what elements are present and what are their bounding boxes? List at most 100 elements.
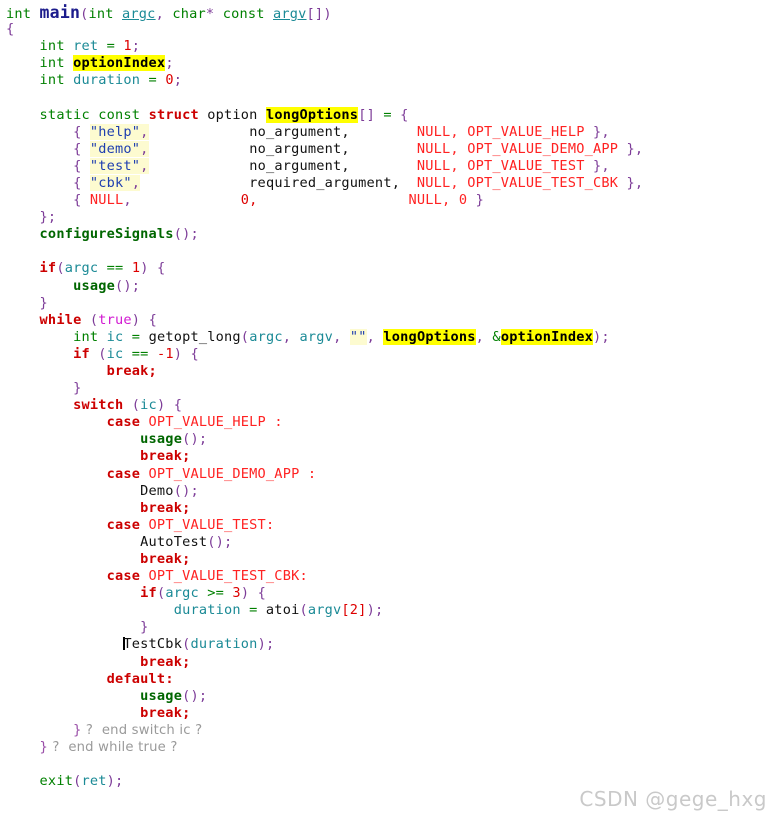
token-assign: = xyxy=(123,328,149,345)
code-line-27: break; xyxy=(0,448,783,465)
code-line-24: switch (ic) { xyxy=(0,397,783,414)
token-type-char: char xyxy=(172,6,206,22)
code-line-41: usage(); xyxy=(0,688,783,705)
token-highlight-longoptions: longOptions xyxy=(383,328,476,345)
token-colon: : xyxy=(265,516,275,533)
token-brace-close: } xyxy=(73,380,82,397)
token-call-configuresignals: configureSignals xyxy=(39,226,174,243)
code-line-7: static const struct option longOptions[]… xyxy=(0,106,783,124)
token-type-const: const xyxy=(222,6,273,22)
token-pad xyxy=(459,124,467,140)
token-call-exit: exit xyxy=(39,773,74,790)
token-var-argc: argc xyxy=(165,585,199,602)
code-line-18: } xyxy=(0,295,783,312)
code-line-12: { NULL, 0, NULL, 0 } xyxy=(0,192,783,209)
token-var-ic: ic xyxy=(106,328,124,345)
token-assign: = xyxy=(98,38,124,55)
code-line-29: Demo(); xyxy=(0,483,783,500)
token-arg-duration: duration xyxy=(190,636,258,653)
comment-end-while: ? end while true ? xyxy=(47,740,178,756)
token-brace-open: { xyxy=(73,157,90,174)
token-keyword-case: case xyxy=(106,414,149,431)
code-line-20: int ic = getopt_long(argc, argv, "", lon… xyxy=(0,328,783,346)
token-colon: : xyxy=(265,414,283,431)
token-comma: , xyxy=(333,328,350,345)
token-brackets: [] xyxy=(306,6,324,22)
token-number: 1 xyxy=(123,38,132,55)
token-brace-close: }, xyxy=(584,157,610,174)
token-case-label: OPT_VALUE_TEST_CBK xyxy=(148,568,300,585)
code-line-37: } xyxy=(0,619,783,636)
token-keyword-break: break; xyxy=(140,448,191,465)
token-semicolon: ; xyxy=(131,38,141,55)
token-case-label: OPT_VALUE_DEMO_APP xyxy=(148,465,300,482)
token-var-duration: duration xyxy=(73,72,141,89)
token-null: NULL xyxy=(89,192,124,209)
token-call-autotest: AutoTest xyxy=(140,533,208,550)
code-line-40: default: xyxy=(0,671,783,688)
code-line-44: } ? end while true ? xyxy=(0,739,783,756)
code-line-25: case OPT_VALUE_HELP : xyxy=(0,414,783,431)
token-assign: = xyxy=(374,106,401,123)
code-line-9: { "demo", no_argument, NULL, OPT_VALUE_D… xyxy=(0,140,783,158)
token-type: int xyxy=(39,55,74,72)
token-brace-close-semicolon: }; xyxy=(39,209,57,226)
token-param-argv: argv xyxy=(273,6,307,22)
code-line-10: { "test", no_argument, NULL, OPT_VALUE_T… xyxy=(0,157,783,175)
code-line-35: if(argc >= 3) { xyxy=(0,585,783,602)
csdn-watermark: CSDN @gege_hxg xyxy=(579,787,767,811)
code-line-11: { "cbk", required_argument, NULL, OPT_VA… xyxy=(0,174,783,192)
token-arg-kind: no_argument, xyxy=(249,123,350,140)
token-paren-close: ); xyxy=(257,636,275,653)
token-case-label: OPT_VALUE_TEST xyxy=(148,516,266,533)
code-editor-viewport[interactable]: int main(int argc, char* const argv[]) {… xyxy=(0,0,783,790)
token-null: NULL, xyxy=(416,123,459,140)
token-comma: , xyxy=(155,6,173,22)
token-keyword-break: break; xyxy=(106,362,157,379)
token-keyword-if: if xyxy=(140,585,157,602)
code-line-31: case OPT_VALUE_TEST: xyxy=(0,517,783,534)
token-case-label: OPT_VALUE_HELP xyxy=(148,414,266,431)
token-paren-close: ); xyxy=(366,602,384,619)
token-keyword-switch: switch xyxy=(73,397,132,414)
token-paren-open: ( xyxy=(98,345,107,362)
token-colon: : xyxy=(299,465,317,482)
token-paren-open: ( xyxy=(131,397,141,414)
token-pad xyxy=(400,175,417,191)
code-line-30: break; xyxy=(0,500,783,517)
token-zero: 0, xyxy=(240,192,258,209)
token-brackets: [] xyxy=(358,106,375,123)
code-line-43: } ? end switch ic ? xyxy=(0,722,783,739)
token-number: -1 xyxy=(156,345,174,362)
token-keyword-if: if xyxy=(73,345,99,362)
token-comma: , xyxy=(282,328,300,345)
token-keyword-while: while xyxy=(39,311,90,328)
token-pad xyxy=(350,158,417,174)
token-brace-open: { xyxy=(73,123,90,140)
token-pad xyxy=(149,124,250,140)
token-brace-open: { xyxy=(400,106,409,123)
token-paren-close: ) xyxy=(140,260,157,277)
code-line-21: if (ic == -1) { xyxy=(0,346,783,363)
code-line-1: int main(int argc, char* const argv[]) xyxy=(0,4,783,22)
token-brace-open: { xyxy=(73,174,90,191)
code-line-33: break; xyxy=(0,551,783,568)
token-assign: = xyxy=(240,602,266,619)
token-operator-gte: >= xyxy=(198,585,233,602)
token-pad xyxy=(140,175,249,191)
token-pad xyxy=(149,158,250,174)
token-keyword-break: break; xyxy=(140,704,191,721)
token-call-usage: usage xyxy=(73,277,115,294)
token-arg-kind: no_argument, xyxy=(249,140,350,157)
token-keyword-if: if xyxy=(39,260,57,277)
token-var-ret: ret xyxy=(73,38,99,55)
token-parens: (); xyxy=(207,533,233,550)
token-arg-argv: argv xyxy=(299,328,334,345)
token-parens: (); xyxy=(115,277,141,294)
code-line-8: { "help", no_argument, NULL, OPT_VALUE_H… xyxy=(0,123,783,141)
token-parens: (); xyxy=(182,431,208,448)
token-string-empty: "" xyxy=(349,328,367,345)
token-brace-close: } xyxy=(467,192,484,209)
token-colon: : xyxy=(299,568,308,585)
token-parens: (); xyxy=(173,482,199,499)
